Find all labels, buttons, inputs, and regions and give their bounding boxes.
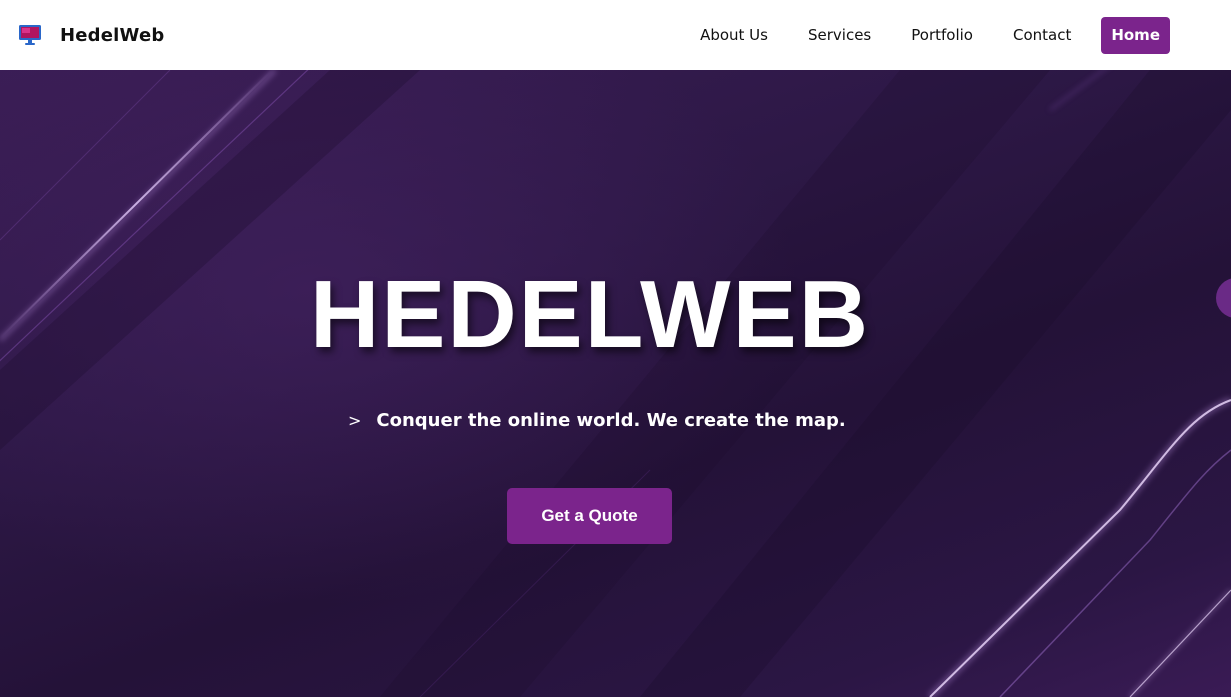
top-navbar: HedelWeb About Us Services Portfolio Con… — [0, 0, 1231, 70]
hero-tagline: > Conquer the online world. We create th… — [348, 410, 846, 431]
nav-link-home[interactable]: Home — [1101, 16, 1170, 54]
monitor-icon — [19, 25, 41, 45]
chevron-right-icon: > — [348, 411, 362, 430]
brand[interactable]: HedelWeb — [18, 0, 164, 70]
nav-link-about-us[interactable]: About Us — [700, 26, 768, 44]
nav-link-portfolio[interactable]: Portfolio — [911, 26, 973, 44]
hero-background-streaks — [0, 70, 1231, 697]
nav-menu: About Us Services Portfolio Contact Home — [700, 0, 1170, 70]
nav-link-services[interactable]: Services — [808, 26, 871, 44]
hero-title: HEDELWEB — [309, 261, 871, 368]
brand-name: HedelWeb — [60, 24, 165, 46]
nav-link-contact[interactable]: Contact — [1013, 26, 1071, 44]
get-quote-button[interactable]: Get a Quote — [507, 488, 672, 544]
tagline-text: Conquer the online world. We create the … — [376, 410, 846, 431]
hero-section: HEDELWEB > Conquer the online world. We … — [0, 70, 1231, 697]
